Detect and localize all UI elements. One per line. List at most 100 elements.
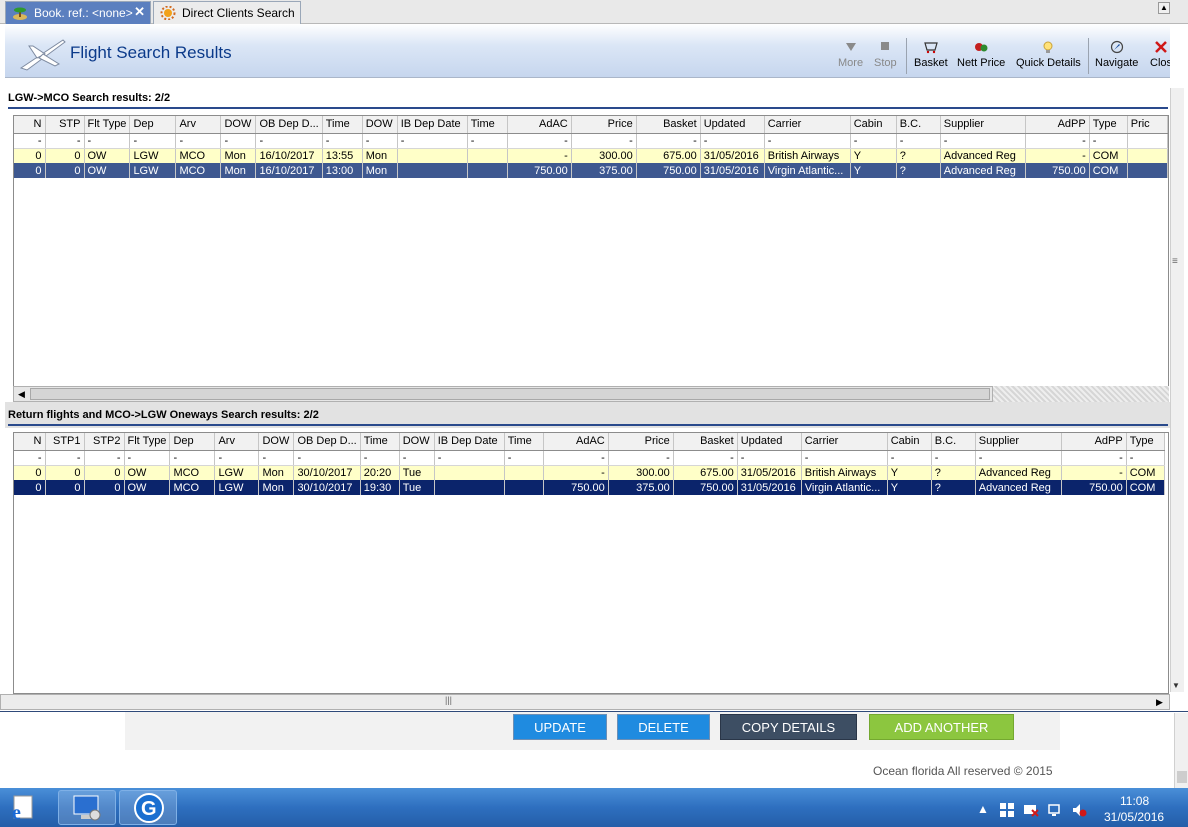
update-button[interactable]: UPDATE: [513, 714, 607, 740]
column-header[interactable]: Time: [322, 116, 363, 134]
column-header[interactable]: Arv: [214, 433, 260, 451]
column-header[interactable]: STP2: [84, 433, 125, 451]
column-header[interactable]: B.C.: [931, 433, 976, 451]
column-header[interactable]: Updated: [700, 116, 765, 134]
column-header[interactable]: DOW: [399, 433, 435, 451]
column-header[interactable]: Flt Type: [84, 116, 131, 134]
filter-cell[interactable]: -: [45, 133, 85, 149]
close-button[interactable]: Clos: [1150, 40, 1170, 69]
column-header[interactable]: Supplier: [975, 433, 1062, 451]
filter-cell[interactable]: [1127, 133, 1168, 149]
filter-cell[interactable]: -: [504, 450, 544, 466]
column-header[interactable]: Type: [1126, 433, 1165, 451]
scroll-thumb[interactable]: [30, 388, 990, 400]
chevron-up-icon[interactable]: ▲: [975, 802, 991, 818]
copy-details-button[interactable]: COPY DETAILS: [720, 714, 857, 740]
column-header[interactable]: N: [14, 433, 46, 451]
filter-cell[interactable]: -: [214, 450, 260, 466]
network-icon[interactable]: [1047, 802, 1063, 818]
navigate-button[interactable]: Navigate: [1095, 40, 1138, 69]
column-header[interactable]: Dep: [169, 433, 216, 451]
filter-cell[interactable]: -: [608, 450, 674, 466]
column-header[interactable]: Dep: [129, 116, 177, 134]
filter-cell[interactable]: -: [84, 450, 125, 466]
column-header[interactable]: AdPP: [1061, 433, 1127, 451]
scroll-right-arrow[interactable]: ▶: [1152, 695, 1167, 709]
filter-cell[interactable]: -: [571, 133, 637, 149]
table-row[interactable]: 0 0 OW LGW MCO Mon 16/10/2017 13:00 Mon 750.00 375…: [14, 163, 1168, 178]
column-header[interactable]: Type: [1089, 116, 1128, 134]
filter-cell[interactable]: -: [801, 450, 888, 466]
flag-icon[interactable]: [999, 802, 1015, 818]
filter-cell[interactable]: -: [14, 450, 46, 466]
stop-button[interactable]: Stop: [874, 40, 897, 69]
filter-cell[interactable]: -: [507, 133, 572, 149]
filter-cell[interactable]: -: [700, 133, 765, 149]
app-taskbar-button[interactable]: G: [119, 790, 177, 825]
filter-cell[interactable]: -: [175, 133, 222, 149]
basket-button[interactable]: Basket: [914, 40, 948, 69]
filter-cell[interactable]: -: [737, 450, 802, 466]
column-header[interactable]: Time: [467, 116, 508, 134]
filter-cell[interactable]: -: [896, 133, 941, 149]
column-header[interactable]: Carrier: [764, 116, 851, 134]
scroll-down-arrow[interactable]: ▼: [1172, 681, 1180, 690]
ie-taskbar-button[interactable]: e: [0, 790, 50, 825]
column-header[interactable]: AdAC: [543, 433, 609, 451]
nett-price-button[interactable]: Nett Price: [957, 40, 1005, 69]
filter-cell[interactable]: -: [975, 450, 1062, 466]
column-header[interactable]: Cabin: [850, 116, 897, 134]
table-row[interactable]: 0 0 0 OW MCO LGW Mon 30/10/2017 20:20 Tue -300.00 6…: [14, 465, 1165, 480]
filter-cell[interactable]: -: [850, 133, 897, 149]
filter-cell[interactable]: -: [293, 450, 361, 466]
column-header[interactable]: AdAC: [507, 116, 572, 134]
column-header[interactable]: Basket: [673, 433, 738, 451]
filter-cell[interactable]: -: [399, 450, 435, 466]
filter-cell[interactable]: -: [543, 450, 609, 466]
page-horizontal-scrollbar[interactable]: ||| ▶: [0, 694, 1170, 710]
vertical-scrollbar[interactable]: ≡ ▼: [1170, 88, 1184, 692]
column-header[interactable]: Updated: [737, 433, 802, 451]
more-button[interactable]: More: [838, 40, 863, 69]
close-icon[interactable]: ✕: [134, 4, 145, 20]
filter-cell[interactable]: -: [14, 133, 46, 149]
column-header[interactable]: IB Dep Date: [434, 433, 505, 451]
column-header[interactable]: Price: [571, 116, 637, 134]
filter-cell[interactable]: -: [220, 133, 257, 149]
scroll-thumb[interactable]: [1177, 771, 1187, 783]
filter-cell[interactable]: -: [1061, 450, 1127, 466]
column-header[interactable]: DOW: [362, 116, 398, 134]
column-header[interactable]: Cabin: [887, 433, 932, 451]
column-header[interactable]: Supplier: [940, 116, 1026, 134]
volume-muted-icon[interactable]: [1071, 802, 1087, 818]
tab-booking[interactable]: Book. ref.: <none> ✕: [5, 1, 151, 24]
filter-cell[interactable]: -: [169, 450, 216, 466]
filter-cell[interactable]: -: [887, 450, 932, 466]
filter-cell[interactable]: -: [255, 133, 323, 149]
filter-cell[interactable]: -: [1025, 133, 1090, 149]
filter-cell[interactable]: -: [322, 133, 363, 149]
filter-cell[interactable]: -: [931, 450, 976, 466]
clock-time[interactable]: 11:08: [1120, 794, 1149, 808]
filter-cell[interactable]: -: [764, 133, 851, 149]
column-header[interactable]: Price: [608, 433, 674, 451]
column-header[interactable]: Flt Type: [124, 433, 171, 451]
column-header[interactable]: Time: [504, 433, 544, 451]
clock-date[interactable]: 31/05/2016: [1104, 810, 1164, 824]
column-header[interactable]: Basket: [636, 116, 701, 134]
column-header[interactable]: DOW: [258, 433, 295, 451]
column-header[interactable]: Arv: [175, 116, 222, 134]
filter-cell[interactable]: -: [673, 450, 738, 466]
filter-cell[interactable]: -: [636, 133, 701, 149]
column-header[interactable]: Carrier: [801, 433, 888, 451]
filter-cell[interactable]: -: [45, 450, 85, 466]
add-another-button[interactable]: ADD ANOTHER: [869, 714, 1014, 740]
filter-cell[interactable]: -: [360, 450, 400, 466]
network-taskbar-button[interactable]: [58, 790, 116, 825]
column-header[interactable]: Time: [360, 433, 400, 451]
column-header[interactable]: B.C.: [896, 116, 941, 134]
quick-details-button[interactable]: Quick Details: [1016, 40, 1081, 69]
tab-direct-clients-search[interactable]: Direct Clients Search: [153, 1, 301, 24]
outbound-horizontal-scrollbar[interactable]: ◀: [13, 386, 993, 402]
filter-cell[interactable]: -: [434, 450, 505, 466]
